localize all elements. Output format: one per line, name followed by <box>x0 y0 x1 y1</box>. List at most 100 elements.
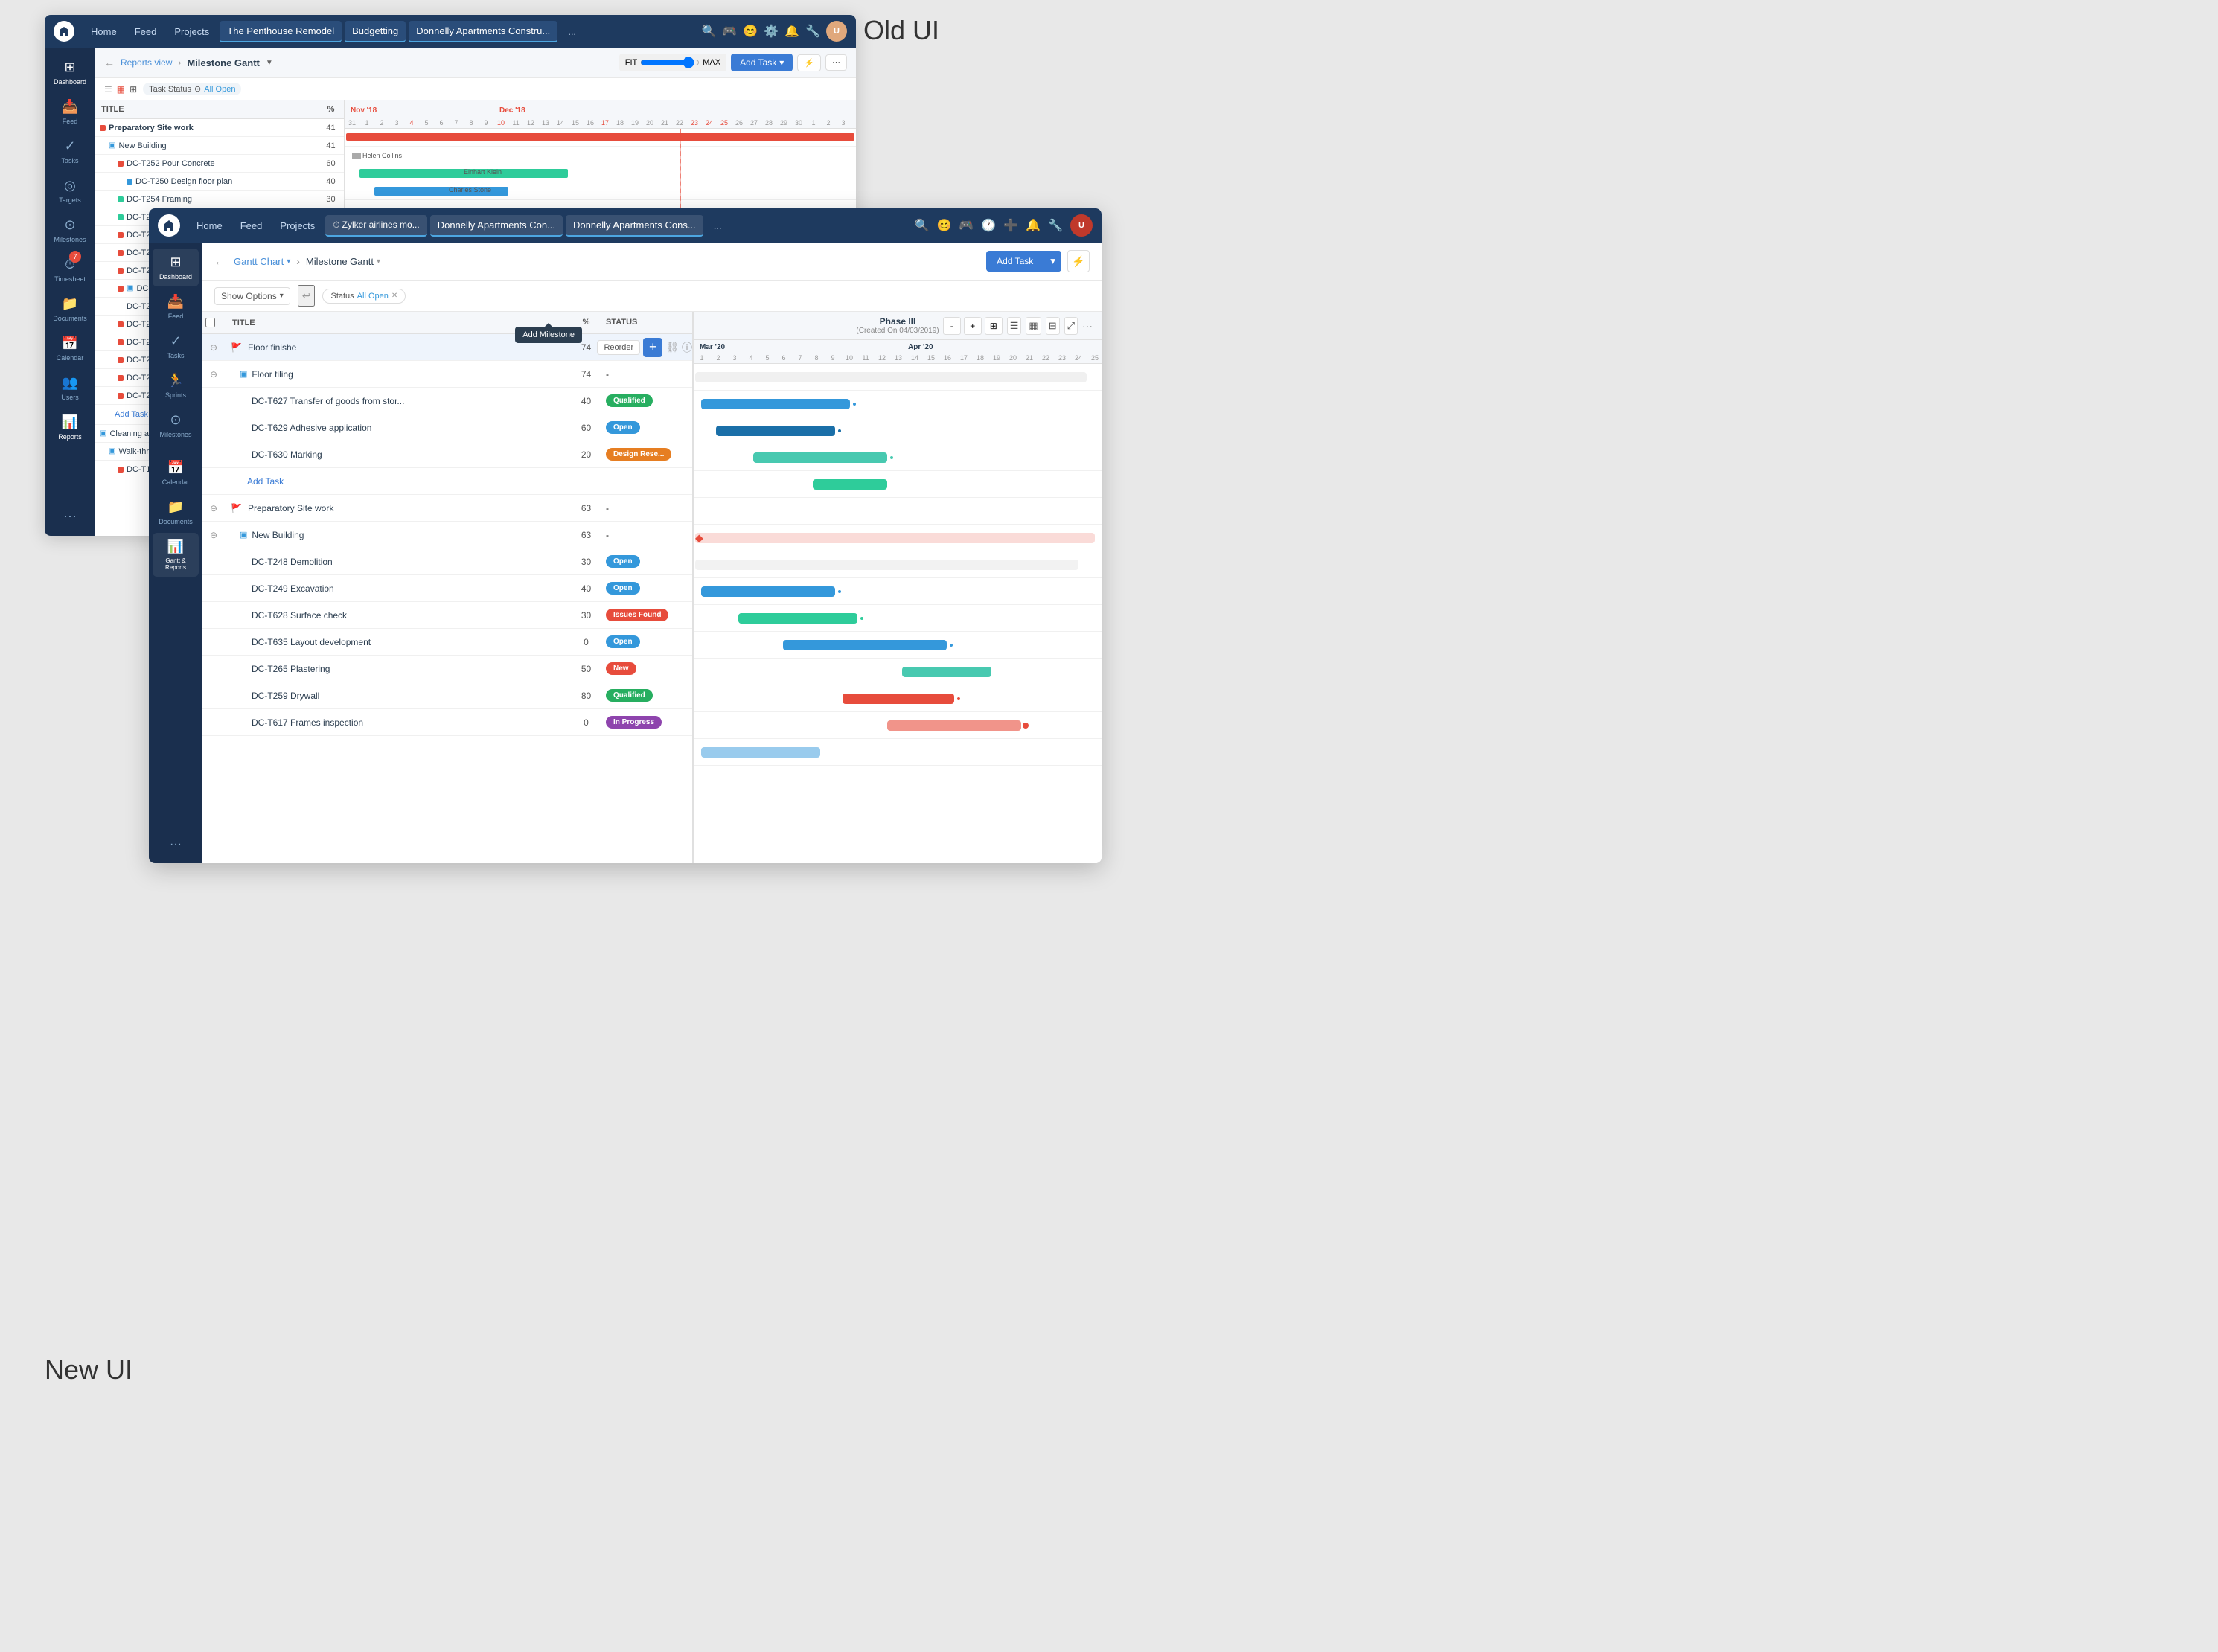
new-sidebar-calendar[interactable]: 📅 Calendar <box>153 454 199 492</box>
new-sidebar-dashboard[interactable]: ⊞ Dashboard <box>153 249 199 286</box>
row-label[interactable]: New Building <box>118 141 166 150</box>
new-nav-donnelly2[interactable]: Donnelly Apartments Cons... <box>566 215 703 237</box>
new-plus-icon[interactable]: ➕ <box>1003 218 1018 233</box>
bell-icon[interactable]: 🔔 <box>784 24 799 39</box>
sidebar-item-reports[interactable]: 📊 Reports <box>48 409 92 446</box>
sidebar-item-dashboard[interactable]: ⊞ Dashboard <box>48 54 92 92</box>
more-options-icon[interactable]: ··· <box>825 54 847 71</box>
sidebar-item-calendar[interactable]: 📅 Calendar <box>48 330 92 368</box>
view-options-icon[interactable]: ☰ <box>1007 317 1022 335</box>
info-icon[interactable]: ⓘ <box>682 340 692 355</box>
new-sidebar-more[interactable]: ··· <box>164 832 188 857</box>
expand-icon[interactable]: ⊖ <box>210 342 217 353</box>
grid-view-icon[interactable]: ⊞ <box>130 84 137 95</box>
row-task-label[interactable]: Floor tiling <box>252 369 293 380</box>
old-avatar[interactable]: U <box>826 21 847 42</box>
new-sidebar-milestones[interactable]: ⊙ Milestones <box>153 406 199 444</box>
sidebar-item-timesheet[interactable]: ⏱7 Timesheet <box>48 251 92 289</box>
view-expand-icon[interactable]: ⤢ <box>1064 317 1078 335</box>
row-task-label[interactable]: DC-T627 Transfer of goods from stor... <box>252 396 404 406</box>
new-avatar[interactable]: U <box>1070 214 1093 237</box>
old-nav-home[interactable]: Home <box>83 22 124 42</box>
row-label[interactable]: DC-T254 Framing <box>127 195 192 204</box>
row-task-label[interactable]: DC-T259 Drywall <box>252 691 319 701</box>
fullscreen-btn[interactable]: ⊞ <box>985 317 1003 335</box>
face-icon[interactable]: 😊 <box>743 24 758 39</box>
sidebar-item-documents[interactable]: 📁 Documents <box>48 290 92 328</box>
gantt-view-icon[interactable]: ▦ <box>117 84 125 95</box>
link-icon[interactable]: ⛓ <box>665 341 679 353</box>
view-bar-icon[interactable]: ▦ <box>1026 317 1041 335</box>
new-bell-icon[interactable]: 🔔 <box>1026 218 1041 233</box>
expand-icon[interactable]: ⊖ <box>210 503 217 513</box>
filter-icon-button[interactable]: ⚡ <box>797 54 821 71</box>
sidebar-item-milestones[interactable]: ⊙ Milestones <box>48 211 92 249</box>
new-nav-zylker[interactable]: ⏱ Zylker airlines mo... <box>325 215 426 237</box>
status-chip-close[interactable]: ✕ <box>391 292 397 300</box>
select-all-checkbox[interactable] <box>205 318 215 327</box>
show-options-button[interactable]: Show Options ▾ <box>214 287 290 305</box>
new-face-icon[interactable]: 😊 <box>936 218 951 233</box>
new-filter-icon-btn[interactable]: ⚡ <box>1067 250 1090 272</box>
row-task-label[interactable]: Floor finishe <box>248 342 296 353</box>
new-sidebar-tasks[interactable]: ✓ Tasks <box>153 327 199 365</box>
add-milestone-row-button[interactable]: + <box>643 338 662 357</box>
old-nav-more[interactable]: ... <box>560 22 584 42</box>
row-task-label[interactable]: New Building <box>252 530 304 540</box>
sidebar-more-dots[interactable]: ··· <box>57 502 83 530</box>
zoom-minus-btn[interactable]: - <box>943 317 961 335</box>
new-tools-icon[interactable]: 🔧 <box>1048 218 1063 233</box>
old-add-task-button[interactable]: Add Task ▾ <box>731 54 793 71</box>
new-nav-more[interactable]: ... <box>706 216 729 236</box>
new-search-icon[interactable]: 🔍 <box>915 218 930 233</box>
sidebar-item-users[interactable]: 👥 Users <box>48 369 92 407</box>
add-task-link[interactable]: Add Task <box>109 407 154 422</box>
old-nav-projects[interactable]: Projects <box>167 22 217 42</box>
undo-button[interactable]: ↩ <box>298 285 316 307</box>
expand-icon[interactable]: ⊖ <box>210 369 217 380</box>
new-sidebar-sprints[interactable]: 🏃 Sprints <box>153 367 199 405</box>
row-task-label[interactable]: DC-T248 Demolition <box>252 557 333 567</box>
new-status-filter[interactable]: Status All Open ✕ <box>322 289 406 304</box>
old-nav-budgetting[interactable]: Budgetting <box>345 21 406 42</box>
back-arrow-icon[interactable]: ← <box>104 57 115 68</box>
row-task-label[interactable]: DC-T628 Surface check <box>252 610 347 621</box>
search-icon[interactable]: 🔍 <box>701 24 716 39</box>
zoom-slider[interactable] <box>640 57 700 68</box>
new-breadcrumb-gantt[interactable]: Gantt Chart ▾ <box>234 256 290 267</box>
milestone-dropdown-icon[interactable]: ▾ <box>377 257 380 266</box>
old-status-filter[interactable]: Task Status ⊙ All Open <box>143 83 241 95</box>
row-task-label[interactable]: DC-T249 Excavation <box>252 583 334 594</box>
reorder-button[interactable]: Reorder <box>597 340 640 355</box>
new-nav-donnelly1[interactable]: Donnelly Apartments Con... <box>430 215 563 237</box>
row-label[interactable]: DC-T252 Pour Concrete <box>127 159 215 168</box>
new-sidebar-gantt-reports[interactable]: 📊 Gantt & Reports <box>153 533 199 577</box>
new-add-task-button[interactable]: Add Task <box>986 252 1044 271</box>
sidebar-item-targets[interactable]: ◎ Targets <box>48 172 92 210</box>
expand-icon[interactable]: ⊖ <box>210 530 217 540</box>
new-clock-icon[interactable]: 🕐 <box>981 218 996 233</box>
sidebar-item-tasks[interactable]: ✓ Tasks <box>48 132 92 170</box>
row-label[interactable]: Preparatory Site work <box>109 124 194 132</box>
sidebar-item-feed[interactable]: 📥 Feed <box>48 93 92 131</box>
settings-icon[interactable]: ⚙️ <box>764 24 779 39</box>
old-breadcrumb[interactable]: Reports view <box>121 57 172 68</box>
tools-icon[interactable]: 🔧 <box>805 24 820 39</box>
new-sidebar-feed[interactable]: 📥 Feed <box>153 288 199 326</box>
row-task-label[interactable]: DC-T635 Layout development <box>252 637 371 647</box>
row-task-label[interactable]: DC-T629 Adhesive application <box>252 423 371 433</box>
old-nav-feed[interactable]: Feed <box>127 22 164 42</box>
add-task-new-link[interactable]: Add Task <box>240 472 291 491</box>
add-task-dropdown-btn[interactable]: ▾ <box>1044 251 1061 272</box>
old-nav-penthouse[interactable]: The Penthouse Remodel <box>220 21 342 42</box>
toolbar-dropdown-icon[interactable]: ▼ <box>266 59 273 67</box>
gamepad-icon[interactable]: 🎮 <box>722 24 737 39</box>
zoom-plus-btn[interactable]: + <box>964 317 982 335</box>
row-task-label[interactable]: Preparatory Site work <box>248 503 333 513</box>
view-grid-icon[interactable]: ⊟ <box>1046 317 1060 335</box>
list-view-icon[interactable]: ☰ <box>104 84 112 95</box>
new-sidebar-documents[interactable]: 📁 Documents <box>153 493 199 531</box>
row-label[interactable]: DC-T250 Design floor plan <box>135 177 232 186</box>
row-task-label[interactable]: DC-T265 Plastering <box>252 664 330 674</box>
add-task-dropdown-icon[interactable]: ▾ <box>779 57 784 68</box>
